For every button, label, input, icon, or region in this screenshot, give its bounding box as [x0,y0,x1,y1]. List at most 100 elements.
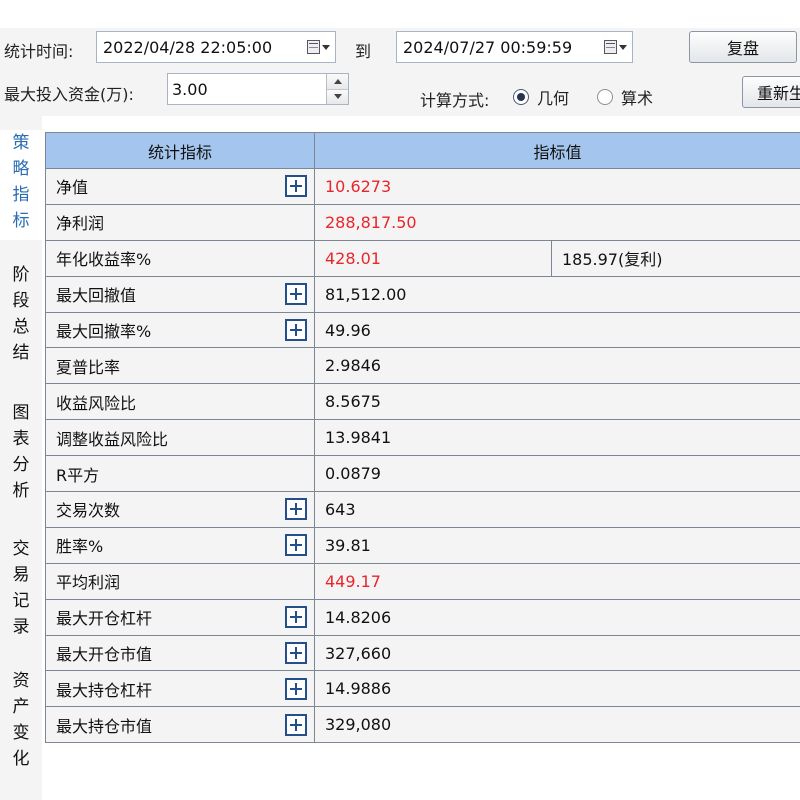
table-row[interactable]: 净利润 288,817.50 [45,203,800,241]
expand-plus-icon[interactable] [285,498,307,521]
end-datetime-picker[interactable]: 2024/07/27 00:59:59 [396,31,633,63]
metric-name: 净值 [56,178,89,198]
table-row[interactable]: 年化收益率% 428.01 185.97(复利) [45,239,800,277]
metric-name-cell: 夏普比率 [45,347,315,385]
metric-value: 39.81 [313,526,800,564]
table-row[interactable]: 最大开仓市值 327,660 [45,634,800,672]
calendar-dropdown-icon[interactable] [301,32,335,62]
stat-time-label: 统计时间: [4,42,74,61]
tab-asset-changes[interactable]: 资产变化 [0,668,42,772]
table-row[interactable]: 最大持仓市值 329,080 [45,706,800,744]
to-label: 到 [355,42,372,61]
metric-name: 净利润 [56,214,105,234]
metric-value: 81,512.00 [313,275,800,313]
table-row[interactable]: 最大开仓杠杆 14.8206 [45,598,800,636]
tab-chart-analysis[interactable]: 图表分析 [0,400,42,504]
calendar-dropdown-icon[interactable] [598,32,632,62]
table-row[interactable]: 交易次数 643 [45,491,800,528]
table-row[interactable]: 胜率% 39.81 [45,526,800,564]
side-tab-label: 图表分析 [12,403,30,501]
metric-value: 428.01 [314,239,552,277]
radio-arithmetic[interactable]: 算术 [597,85,653,109]
metric-name: 平均利润 [56,573,121,593]
tab-strategy-metrics[interactable]: 策略指标 [0,130,42,240]
radio-geometric[interactable]: 几何 [513,85,569,109]
metric-name: 最大开仓杠杆 [56,609,153,629]
metric-name: 最大持仓杠杆 [56,680,153,700]
metrics-table: 统计指标 指标值 净值 10.6273 净利润 288,817.50 年化收益率% 428… [45,132,800,744]
metric-name: 最大回撤值 [56,286,137,306]
tab-trade-records[interactable]: 交易记录 [0,536,42,640]
metric-name: 夏普比率 [56,357,121,377]
metric-name: 交易次数 [56,501,121,521]
metric-name-cell: 最大回撤值 [45,275,315,313]
header-metric[interactable]: 统计指标 [45,132,315,169]
expand-plus-icon[interactable] [285,319,307,341]
expand-plus-icon[interactable] [285,642,307,665]
table-row[interactable]: 收益风险比 8.5675 [45,383,800,421]
side-tab-label: 策略指标 [12,133,30,231]
table-row[interactable]: 夏普比率 2.9846 [45,347,800,385]
metric-name-cell: 最大持仓杠杆 [45,670,315,708]
expand-plus-icon[interactable] [285,283,307,306]
calc-method-label: 计算方式: [420,91,490,110]
metric-value: 14.9886 [313,670,800,708]
metric-name-cell: 最大持仓市值 [45,706,315,744]
table-row[interactable]: 最大回撤值 81,512.00 [45,275,800,313]
radio-geometric-label: 几何 [537,89,570,108]
metric-name: 胜率% [56,537,104,557]
start-datetime-value[interactable]: 2022/04/28 22:05:00 [103,38,301,57]
expand-plus-icon[interactable] [285,175,307,198]
metric-name-cell: R平方 [45,455,315,493]
metric-name: 收益风险比 [56,393,137,413]
metric-value: 449.17 [313,562,800,600]
expand-plus-icon[interactable] [285,677,307,700]
replay-button[interactable]: 复盘 [689,31,797,63]
metric-name-cell: 最大开仓市值 [45,634,315,672]
metric-value: 0.0879 [313,455,800,493]
table-row[interactable]: 最大持仓杠杆 14.9886 [45,670,800,708]
filter-toolbar: 统计时间: 2022/04/28 22:05:00 到 2024/07/27 0… [0,28,800,116]
metric-name: 最大开仓市值 [56,645,153,665]
table-row[interactable]: 平均利润 449.17 [45,562,800,600]
metric-name-cell: 年化收益率% [45,239,315,277]
metric-name-cell: 净值 [45,168,315,205]
expand-plus-icon[interactable] [285,534,307,557]
expand-plus-icon[interactable] [285,713,307,736]
side-tab-label: 阶段总结 [12,265,30,363]
max-capital-input[interactable]: 3.00 [168,80,326,99]
header-value[interactable]: 指标值 [313,132,800,169]
metric-value: 13.9841 [313,419,800,457]
metric-value-extra: 185.97(复利) [550,239,800,277]
metric-value: 288,817.50 [313,203,800,241]
start-datetime-picker[interactable]: 2022/04/28 22:05:00 [96,31,336,63]
radio-checked-icon[interactable] [513,89,529,105]
metric-name-cell: 平均利润 [45,562,315,600]
metric-name-cell: 交易次数 [45,491,315,528]
table-row[interactable]: 净值 10.6273 [45,168,800,205]
stepper-down-icon[interactable] [327,88,348,104]
radio-arithmetic-label: 算术 [621,89,654,108]
metric-value: 8.5675 [313,383,800,421]
metric-name: 调整收益风险比 [56,429,169,449]
metric-name-cell: 胜率% [45,526,315,564]
tab-stage-summary[interactable]: 阶段总结 [0,262,42,366]
end-datetime-value[interactable]: 2024/07/27 00:59:59 [403,38,598,57]
metric-name: 最大回撤率% [56,322,152,341]
recalc-button[interactable]: 重新生成 [742,76,800,108]
table-row[interactable]: 最大回撤率% 49.96 [45,311,800,349]
stepper-up-icon[interactable] [327,74,348,89]
table-header-row: 统计指标 指标值 [45,132,800,169]
side-tab-label: 资产变化 [12,671,30,769]
metric-value: 2.9846 [313,347,800,385]
table-row[interactable]: R平方 0.0879 [45,455,800,493]
metric-value: 327,660 [313,634,800,672]
table-row[interactable]: 调整收益风险比 13.9841 [45,419,800,457]
metric-name: 年化收益率% [56,250,152,270]
metric-name-cell: 最大回撤率% [45,311,315,349]
radio-unchecked-icon[interactable] [597,89,613,105]
metric-name-cell: 最大开仓杠杆 [45,598,315,636]
metric-value: 14.8206 [313,598,800,636]
max-capital-stepper[interactable]: 3.00 [167,73,349,105]
expand-plus-icon[interactable] [285,606,307,629]
